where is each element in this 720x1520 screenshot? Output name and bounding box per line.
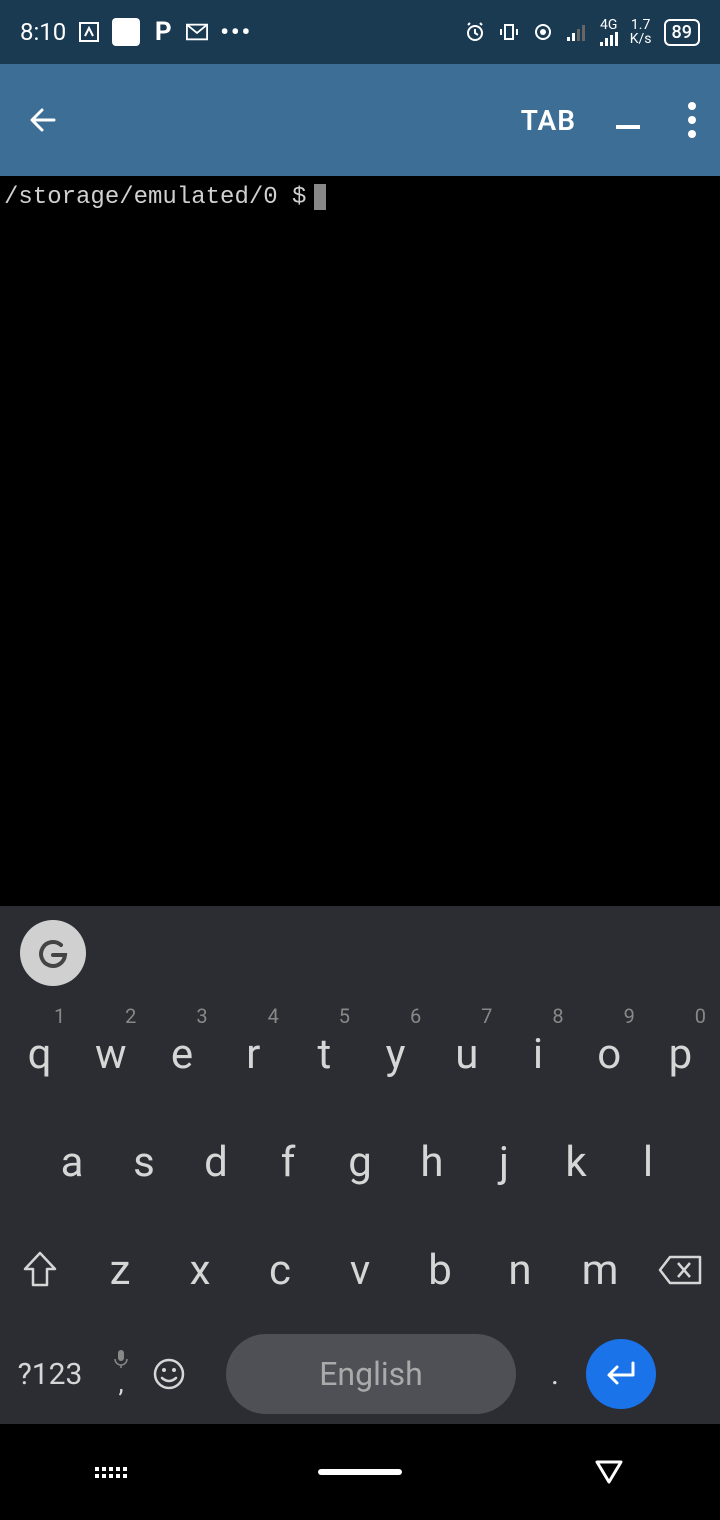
more-notifications-icon: ••• bbox=[220, 18, 252, 46]
key-p[interactable]: 0p bbox=[645, 1000, 716, 1108]
key-s[interactable]: s bbox=[108, 1108, 180, 1216]
signal-icon bbox=[566, 21, 588, 43]
back-nav-icon[interactable] bbox=[593, 1456, 625, 1488]
tab-button[interactable]: TAB bbox=[521, 104, 576, 137]
key-z[interactable]: z bbox=[80, 1246, 160, 1295]
keyboard-row-3: zxcvbnm bbox=[0, 1216, 720, 1324]
navigation-bar bbox=[0, 1424, 720, 1520]
key-l[interactable]: l bbox=[612, 1108, 684, 1216]
network-speed: 1.7 K/s bbox=[630, 18, 652, 46]
gmail-icon bbox=[186, 21, 208, 43]
notification-icon bbox=[78, 21, 100, 43]
overflow-menu-icon[interactable] bbox=[688, 102, 696, 138]
key-m[interactable]: m bbox=[560, 1246, 640, 1295]
key-q[interactable]: 1q bbox=[4, 1000, 75, 1108]
key-a[interactable]: a bbox=[36, 1108, 108, 1216]
keyboard-row-4: ?123 , English . bbox=[0, 1324, 720, 1424]
key-t[interactable]: 5t bbox=[289, 1000, 360, 1108]
key-y[interactable]: 6y bbox=[360, 1000, 431, 1108]
battery-level: 89 bbox=[664, 19, 700, 46]
app-bar: TAB bbox=[0, 64, 720, 176]
network-type: 4G bbox=[600, 18, 618, 46]
back-button[interactable] bbox=[24, 100, 64, 140]
enter-key[interactable] bbox=[586, 1339, 656, 1409]
keyboard-switch-icon[interactable] bbox=[95, 1467, 127, 1478]
key-c[interactable]: c bbox=[240, 1246, 320, 1295]
key-r[interactable]: 4r bbox=[218, 1000, 289, 1108]
key-o[interactable]: 9o bbox=[574, 1000, 645, 1108]
terminal-cursor bbox=[314, 184, 326, 210]
space-key[interactable]: English bbox=[226, 1334, 516, 1414]
key-d[interactable]: d bbox=[180, 1108, 252, 1216]
key-n[interactable]: n bbox=[480, 1246, 560, 1295]
symbols-key[interactable]: ?123 bbox=[10, 1357, 90, 1392]
vibrate-icon bbox=[498, 21, 520, 43]
status-right: 4G 1.7 K/s 89 bbox=[464, 18, 700, 46]
key-i[interactable]: 8i bbox=[502, 1000, 573, 1108]
app-notification-icon bbox=[112, 18, 140, 46]
shift-key[interactable] bbox=[0, 1216, 80, 1324]
key-w[interactable]: 2w bbox=[75, 1000, 146, 1108]
key-v[interactable]: v bbox=[320, 1246, 400, 1295]
terminal-prompt: /storage/emulated/0 $ bbox=[4, 184, 306, 211]
key-j[interactable]: j bbox=[468, 1108, 540, 1216]
status-left: 8:10 P ••• bbox=[20, 18, 252, 46]
key-k[interactable]: k bbox=[540, 1108, 612, 1216]
status-bar: 8:10 P ••• 4G 1.7 K/s 89 bbox=[0, 0, 720, 64]
key-e[interactable]: 3e bbox=[146, 1000, 217, 1108]
keyboard-row-2: asdfghjkl bbox=[0, 1108, 720, 1216]
backspace-key[interactable] bbox=[640, 1216, 720, 1324]
keyboard-row-1: 1q2w3e4r5t6y7u8i9o0p bbox=[0, 1000, 720, 1108]
terminal-area[interactable]: /storage/emulated/0 $ bbox=[0, 176, 720, 906]
key-g[interactable]: g bbox=[324, 1108, 396, 1216]
keyboard-suggestion-bar bbox=[0, 906, 720, 1000]
mic-comma-key[interactable]: , bbox=[96, 1349, 146, 1399]
clock: 8:10 bbox=[20, 18, 66, 46]
key-b[interactable]: b bbox=[400, 1246, 480, 1295]
key-h[interactable]: h bbox=[396, 1108, 468, 1216]
p-icon: P bbox=[152, 21, 174, 43]
key-x[interactable]: x bbox=[160, 1246, 240, 1295]
period-key[interactable]: . bbox=[530, 1357, 580, 1392]
hotspot-icon bbox=[532, 21, 554, 43]
key-f[interactable]: f bbox=[252, 1108, 324, 1216]
minimize-button[interactable] bbox=[616, 125, 640, 129]
emoji-key[interactable] bbox=[152, 1357, 212, 1391]
key-u[interactable]: 7u bbox=[431, 1000, 502, 1108]
keyboard: 1q2w3e4r5t6y7u8i9o0p asdfghjkl zxcvbnm ?… bbox=[0, 906, 720, 1424]
home-gesture-pill[interactable] bbox=[318, 1469, 402, 1475]
alarm-icon bbox=[464, 21, 486, 43]
google-icon[interactable] bbox=[20, 920, 86, 986]
